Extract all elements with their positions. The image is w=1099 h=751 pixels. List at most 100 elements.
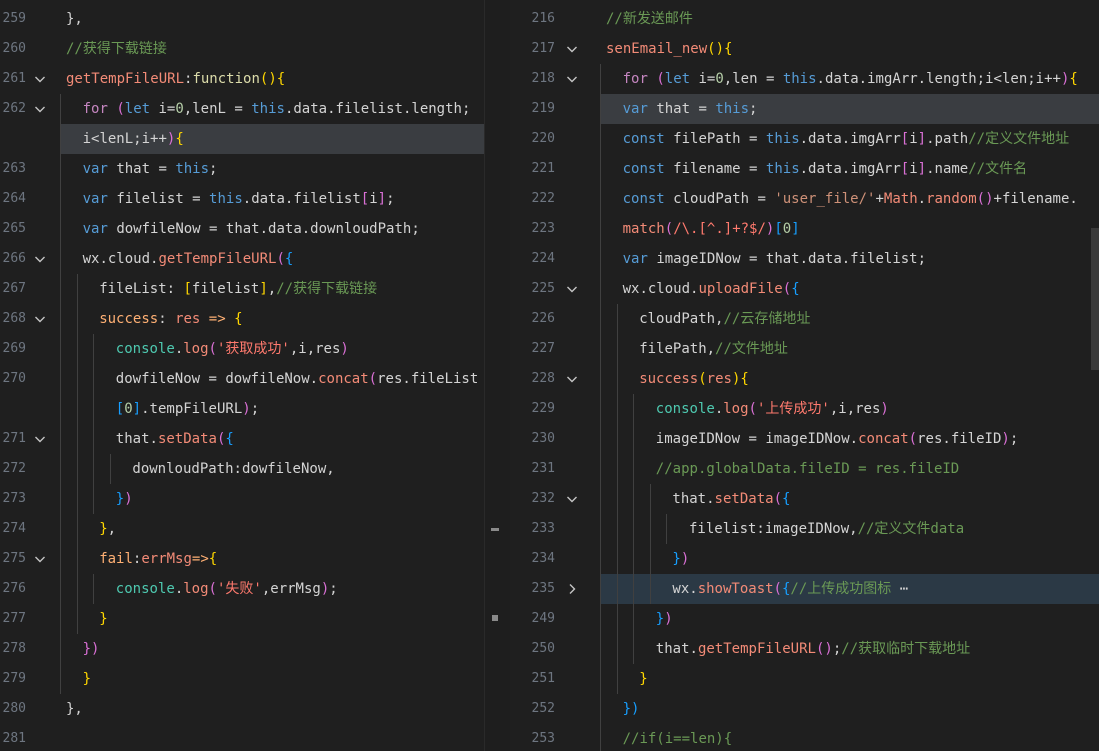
right-editor-pane[interactable]: 216//新发送邮件 217 senEmail_new(){218 for (let … — [510, 0, 1099, 751]
code-line[interactable]: 227 filePath,//文件地址 — [510, 334, 1099, 364]
code-token: }) — [622, 701, 640, 717]
chevron-down-icon[interactable] — [564, 64, 582, 94]
chevron-down-icon[interactable] — [564, 484, 582, 514]
line-number: 274 — [2, 521, 26, 536]
code-token: i= — [690, 71, 716, 87]
code-token: concat — [318, 371, 369, 387]
code-line[interactable]: 271 that.setData({ — [0, 424, 484, 454]
code-line[interactable]: 269 console.log('获取成功',i,res) — [0, 334, 484, 364]
code-line[interactable]: 231 //app.globalData.fileID = res.fileID — [510, 454, 1099, 484]
code-line[interactable]: 233 filelist:imageIDNow,//定义文件data — [510, 514, 1099, 544]
code-token: ( — [208, 341, 217, 357]
code-line[interactable]: 219 var that = this; — [510, 94, 1099, 124]
code-line[interactable]: 262 for (let i=0,lenL = this.data.filelis… — [0, 94, 484, 124]
code-token: , — [107, 521, 117, 537]
code-line[interactable]: 276 console.log('失败',errMsg); — [0, 574, 484, 604]
code-line[interactable]: 266 wx.cloud.getTempFileURL({ — [0, 244, 484, 274]
line-number: 277 — [2, 611, 26, 626]
overview-ruler-mark — [491, 528, 499, 531]
code-line[interactable]: 264 var filelist = this.data.filelist[i]; — [0, 184, 484, 214]
code-text: filePath,//文件地址 — [639, 334, 788, 364]
code-line[interactable]: 217 senEmail_new(){ — [510, 34, 1099, 64]
code-line[interactable]: 265 var dowfileNow = that.data.downloudPa… — [0, 214, 484, 244]
line-number: 219 — [531, 101, 555, 116]
code-text: } — [99, 604, 107, 634]
code-token: ( — [782, 281, 792, 297]
indent-guide — [60, 154, 61, 184]
code-line[interactable]: 224 var imageIDNow = that.data.filelist; — [510, 244, 1099, 274]
code-line[interactable]: 232 that.setData({ — [510, 484, 1099, 514]
left-editor-pane[interactable]: 259}, 260//获得下载链接 261 getTempFileURL:functi… — [0, 0, 484, 751]
code-line[interactable]: 226 cloudPath,//云存储地址 — [510, 304, 1099, 334]
code-token: ] — [917, 161, 927, 177]
code-line[interactable]: 221 const filename = this.data.imgArr[i].… — [510, 154, 1099, 184]
code-line[interactable]: 279} — [0, 664, 484, 694]
code-line[interactable]: 234}) — [510, 544, 1099, 574]
chevron-down-icon[interactable] — [32, 244, 50, 274]
code-line[interactable]: 228 success(res){ — [510, 364, 1099, 394]
code-token: imageIDNow = imageIDNow. — [655, 431, 859, 447]
code-token: //文件名 — [968, 161, 1028, 177]
code-line[interactable]: 218 for (let i=0,len = this.data.imgArr.l… — [510, 64, 1099, 94]
code-line[interactable]: i<lenL;i++){ — [0, 124, 484, 154]
code-line[interactable]: 275 fail:errMsg=>{ — [0, 544, 484, 574]
code-text: senEmail_new(){ — [606, 34, 732, 64]
code-token: /\.[^.]+?$/ — [673, 221, 766, 237]
code-text: filelist:imageIDNow,//定义文件data — [689, 514, 964, 544]
line-number: 276 — [2, 581, 26, 596]
code-token: ) — [124, 491, 133, 507]
code-line[interactable]: 220 const filePath = this.data.imgArr[i].… — [510, 124, 1099, 154]
code-token: } — [672, 551, 681, 567]
code-line[interactable]: 230 imageIDNow = imageIDNow.concat(res.fi… — [510, 424, 1099, 454]
code-line[interactable]: [0].tempFileURL); — [0, 394, 484, 424]
code-line[interactable]: 250 that.getTempFileURL();//获取临时下载地址 — [510, 634, 1099, 664]
line-number: 232 — [531, 491, 555, 506]
code-line[interactable]: 261 getTempFileURL:function(){ — [0, 64, 484, 94]
chevron-down-icon[interactable] — [564, 34, 582, 64]
chevron-down-icon[interactable] — [32, 94, 50, 124]
code-line[interactable]: 222 const cloudPath = 'user_file/'+Math.r… — [510, 184, 1099, 214]
code-line[interactable]: 252}) — [510, 694, 1099, 724]
code-line[interactable]: 263 var that = this; — [0, 154, 484, 184]
code-token: } — [115, 491, 125, 507]
code-line[interactable]: 259}, — [0, 4, 484, 34]
code-token: }, — [66, 701, 83, 717]
code-line[interactable]: 278}) — [0, 634, 484, 664]
code-line[interactable]: 235 wx.showToast({//上传成功图标 ⋯ — [510, 574, 1099, 604]
code-text: console.log('获取成功',i,res) — [116, 334, 349, 364]
indent-guide — [60, 274, 61, 304]
code-token: showToast — [697, 581, 774, 597]
chevron-down-icon[interactable] — [32, 64, 50, 94]
code-line[interactable]: 229 console.log('上传成功',i,res) — [510, 394, 1099, 424]
code-line[interactable]: 225 wx.cloud.uploadFile({ — [510, 274, 1099, 304]
code-line[interactable]: 251} — [510, 664, 1099, 694]
pane-splitter[interactable] — [484, 0, 512, 751]
chevron-down-icon[interactable] — [32, 424, 50, 454]
chevron-right-icon[interactable] — [564, 574, 582, 604]
chevron-down-icon[interactable] — [32, 304, 50, 334]
code-line[interactable]: 281 — [0, 724, 484, 751]
code-token: ; — [386, 191, 395, 207]
code-line[interactable]: 253 //if(i==len){ — [510, 724, 1099, 751]
code-line[interactable]: 280}, — [0, 694, 484, 724]
chevron-down-icon[interactable] — [564, 274, 582, 304]
code-line[interactable]: 249}) — [510, 604, 1099, 634]
code-line[interactable]: 270 dowfileNow = dowfileNow.concat(res.fi… — [0, 364, 484, 394]
code-line[interactable]: 277} — [0, 604, 484, 634]
indent-guide — [60, 394, 61, 424]
chevron-down-icon[interactable] — [564, 364, 582, 394]
chevron-down-icon[interactable] — [32, 544, 50, 574]
code-line[interactable]: 216 //新发送邮件 — [510, 4, 1099, 34]
code-line[interactable]: 274}, — [0, 514, 484, 544]
code-line[interactable]: 267 fileList: [filelist],//获得下载链接 — [0, 274, 484, 304]
indent-guide — [600, 544, 601, 574]
code-line[interactable]: 260 //获得下载链接 — [0, 34, 484, 64]
code-line[interactable]: 223 match(/\.[^.]+?$/)[0] — [510, 214, 1099, 244]
indent-guide — [600, 724, 601, 751]
code-token: i — [909, 131, 918, 147]
code-line[interactable]: 268 success: res => { — [0, 304, 484, 334]
code-line[interactable]: 273}) — [0, 484, 484, 514]
code-token: { — [234, 311, 243, 327]
code-token: [ — [183, 281, 192, 297]
code-line[interactable]: 272 downloudPath:dowfileNow, — [0, 454, 484, 484]
